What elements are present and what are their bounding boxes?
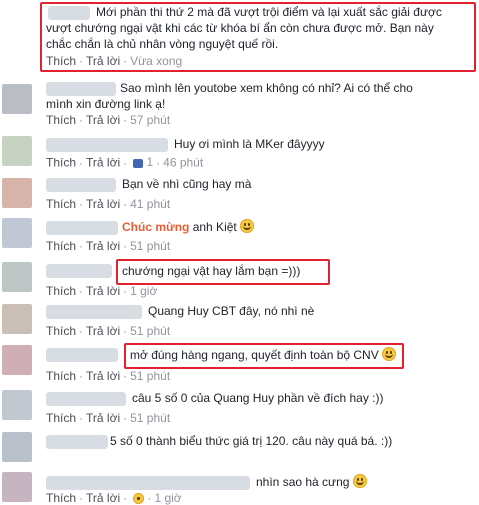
commenter-name[interactable] — [46, 264, 112, 278]
comment-meta: Thích · Trả lời · 57 phút — [46, 113, 171, 127]
comment-meta: Thích · Trả lời · 1 · 46 phút — [46, 155, 204, 170]
comment-text: Chúc mừng anh Kiệt — [122, 219, 255, 235]
reply-link[interactable]: Trả lời — [86, 369, 120, 383]
avatar[interactable] — [2, 178, 32, 208]
timestamp: 46 phút — [163, 155, 204, 170]
commenter-name[interactable] — [46, 435, 108, 449]
comment-text: nhìn sao hà cưng — [256, 474, 367, 490]
reply-link[interactable]: Trả lời — [86, 54, 120, 68]
like-link[interactable]: Thích — [46, 239, 76, 253]
commenter-name[interactable] — [46, 392, 126, 406]
timestamp: 51 phút — [130, 239, 171, 253]
like-link[interactable]: Thích — [46, 369, 76, 383]
avatar[interactable] — [2, 304, 32, 334]
comment-meta: Thích · Trả lời · 41 phút — [46, 197, 171, 211]
laugh-emoji-icon — [382, 347, 397, 361]
reply-link[interactable]: Trả lời — [86, 197, 120, 211]
commenter-name[interactable] — [46, 82, 116, 96]
comment-text-line: chướng ngại vật hay lắm bạn =))) — [122, 264, 301, 278]
comment-meta: Thích · Trả lời · 51 phút — [46, 239, 171, 253]
like-link[interactable]: Thích — [46, 113, 76, 127]
like-link[interactable]: Thích — [46, 156, 76, 170]
timestamp: 51 phút — [130, 324, 171, 338]
commenter-name[interactable] — [48, 6, 90, 20]
reply-link[interactable]: Trả lời — [86, 113, 120, 127]
like-link[interactable]: Thích — [46, 324, 76, 338]
like-link[interactable]: Thích — [46, 54, 76, 68]
commenter-name[interactable] — [46, 138, 168, 152]
timestamp: 51 phút — [130, 369, 171, 383]
comment-text-line: Bạn về nhì cũng hay mà — [122, 177, 252, 191]
reply-link[interactable]: Trả lời — [86, 324, 120, 338]
comment-text-line: Mới phần thi thứ 2 mà đã vượt trội điểm … — [96, 5, 442, 19]
comment-text-line: Quang Huy CBT đây, nó nhì nè — [148, 304, 315, 318]
like-link[interactable]: Thích — [46, 411, 76, 425]
reply-link[interactable]: Trả lời — [86, 284, 120, 298]
comment-meta: Thích · Trả lời · 51 phút — [46, 369, 171, 383]
reply-count[interactable]: 1 — [133, 155, 153, 169]
avatar[interactable] — [2, 432, 32, 462]
timestamp: 51 phút — [130, 411, 171, 425]
timestamp: 1 giờ — [130, 284, 158, 298]
commenter-name[interactable] — [46, 348, 118, 362]
comment-text: mở đúng hàng ngang, quyết định toàn bộ C… — [130, 347, 397, 363]
reply-link[interactable]: Trả lời — [86, 411, 120, 425]
commenter-name[interactable] — [46, 178, 116, 192]
reply-link[interactable]: Trả lời — [86, 239, 120, 253]
comment-text-line: chắc chắn là chủ nhân vòng nguyệt quế rồ… — [46, 37, 279, 51]
reply-bubble-icon — [133, 158, 144, 168]
comment-meta: Thích · Trả lời · Vừa xong — [46, 54, 183, 68]
comment-text-line: câu 5 số 0 của Quang Huy phần về đích ha… — [132, 391, 384, 405]
timestamp: 57 phút — [130, 113, 171, 127]
comment-text-line: vượt chướng ngại vật khi các từ khóa bí … — [46, 21, 434, 35]
commenter-name[interactable] — [46, 305, 142, 319]
avatar[interactable] — [2, 218, 32, 248]
comment-text-line: 5 số 0 thành biểu thức giá trị 120. câu … — [110, 434, 393, 448]
comment-meta: Thích · Trả lời · 1 giờ — [46, 284, 158, 298]
avatar[interactable] — [2, 345, 32, 375]
smile-emoji-icon — [240, 219, 255, 233]
commenter-name[interactable] — [46, 476, 250, 490]
laugh-emoji-icon — [133, 493, 145, 504]
timestamp: Vừa xong — [130, 54, 183, 68]
smile-emoji-icon — [352, 474, 367, 488]
reply-link[interactable]: Trả lời — [86, 156, 120, 170]
like-link[interactable]: Thích — [46, 284, 76, 298]
highlight-phrase: Chúc mừng — [122, 220, 190, 234]
avatar[interactable] — [2, 472, 32, 502]
avatar[interactable] — [2, 136, 32, 166]
commenter-name[interactable] — [46, 221, 118, 235]
avatar[interactable] — [2, 262, 32, 292]
comment-meta: Thích · Trả lời · 51 phút — [46, 411, 171, 425]
timestamp: 41 phút — [130, 197, 171, 211]
comment-meta: Thích · Trả lời · 51 phút — [46, 324, 171, 338]
comment-text-line: mình xin đường link ạ! — [46, 97, 166, 111]
like-link[interactable]: Thích — [46, 197, 76, 211]
comment-text-line: Sao mình lên youtobe xem không có nhỉ? A… — [120, 81, 413, 95]
comment-text-line: Huy ơi mình là MKer đâyyyy — [174, 137, 325, 151]
avatar[interactable] — [2, 390, 32, 420]
avatar[interactable] — [2, 84, 32, 114]
